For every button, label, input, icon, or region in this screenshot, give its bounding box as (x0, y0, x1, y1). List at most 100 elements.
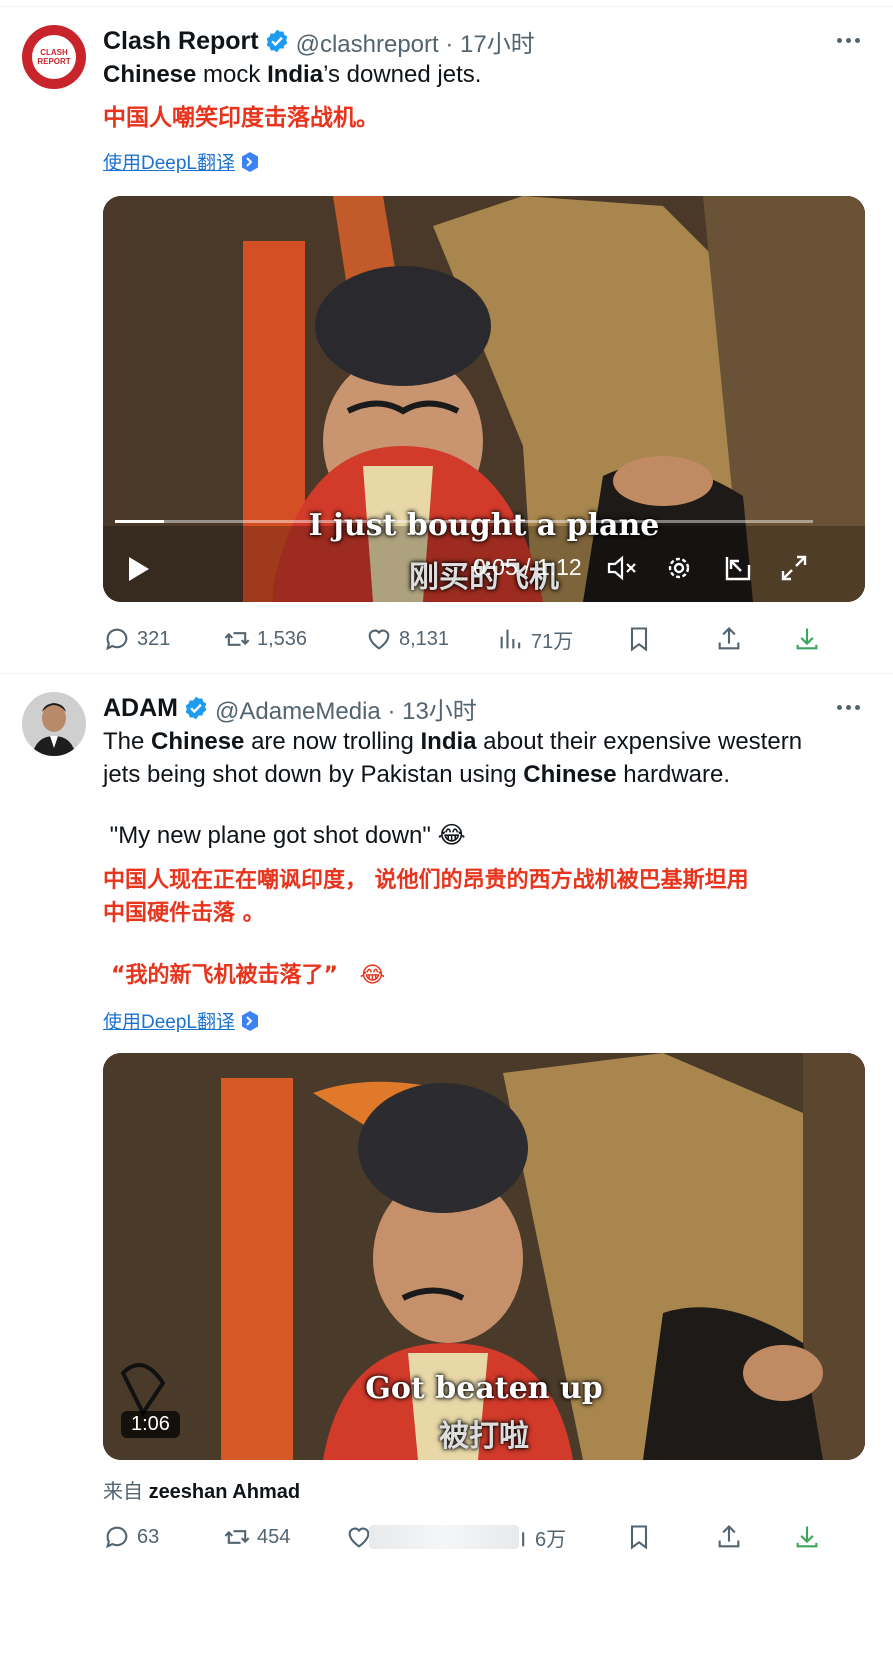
tweet-text-line-2: jets being shot down by Pakistan using C… (103, 758, 873, 791)
text-segment: about their expensive western (476, 728, 803, 755)
translate-link-label: 使用DeepL翻译 (103, 153, 235, 174)
picture-in-picture-icon[interactable] (723, 553, 753, 583)
views-count: 6万 (535, 1528, 567, 1551)
video-subtitle-en: I just bought a plane (308, 508, 660, 543)
text-segment: The (103, 728, 152, 755)
translation-line-1: 中国人现在正在嘲讽印度， 说他们的昂贵的西方战机被巴基斯坦用 (103, 868, 749, 893)
text-bold-india: India (420, 728, 477, 755)
tweet-actions: 63 454 6万 (103, 1519, 873, 1555)
more-options-icon[interactable] (833, 697, 863, 717)
verified-badge-icon (266, 29, 287, 53)
views-button[interactable]: 71万 (497, 621, 573, 657)
translation-line-2: 中国硬件击落 。 (103, 901, 265, 926)
avatar[interactable]: CLASH REPORT (22, 25, 86, 89)
text-bold-chinese: Chinese (103, 61, 197, 88)
translation-text: 中国人现在正在嘲讽印度， 说他们的昂贵的西方战机被巴基斯坦用 中国硬件击落 。 (103, 864, 873, 930)
download-icon (796, 1526, 818, 1548)
avatar[interactable] (22, 692, 86, 756)
more-options-icon[interactable] (833, 30, 863, 50)
video-player[interactable]: I just bought a plane 刚买的飞机 0:05 / 1:12 (103, 196, 865, 602)
download-icon (796, 628, 818, 650)
share-icon (718, 627, 740, 650)
text-segment: ’s downed jets. (323, 61, 482, 88)
views-chart-icon (522, 1532, 525, 1547)
text-bold-india: India (267, 61, 324, 88)
download-button[interactable] (793, 1519, 821, 1555)
reply-button[interactable]: 63 (103, 1519, 159, 1555)
tweet-header: Clash Report @clashreport · 17小时 (103, 24, 535, 59)
quote-text: "My new plane got shot down" (103, 822, 438, 849)
text-segment: are now trolling (244, 728, 421, 755)
text-segment: mock (196, 61, 268, 88)
heart-icon (368, 629, 390, 650)
laughing-emoji-icon: 😂 (359, 963, 386, 988)
like-count: 8,131 (399, 627, 450, 650)
author-name[interactable]: ADAM (103, 694, 178, 723)
translate-link-label: 使用DeepL翻译 (103, 1012, 235, 1033)
share-button[interactable] (715, 621, 743, 657)
video-duration-badge: 1:06 (121, 1411, 180, 1438)
top-divider (0, 6, 893, 7)
video-player[interactable]: Got beaten up 被打啦 1:06 (103, 1053, 865, 1460)
text-segment: hardware. (616, 761, 731, 788)
tweet-quote-line: "My new plane got shot down" 😂 (103, 819, 873, 852)
bookmark-button[interactable] (625, 1519, 653, 1555)
repost-count: 454 (257, 1525, 291, 1548)
video-subtitle-zh: 被打啦 (439, 1419, 529, 1454)
tweet-header: ADAM @AdameMedia · 13小时 (103, 691, 477, 726)
translate-link[interactable]: 使用DeepL翻译 (103, 148, 259, 175)
reply-count: 321 (137, 627, 171, 650)
avatar-logo-text: CLASH REPORT (37, 48, 71, 66)
video-progress-track[interactable] (115, 520, 813, 523)
reply-button[interactable]: 321 (103, 621, 170, 657)
source-attribution: 来自 zeeshan Ahmad (103, 1475, 300, 1504)
bookmark-button[interactable] (625, 621, 653, 657)
reply-count: 63 (137, 1525, 160, 1548)
author-handle-time[interactable]: @clashreport · 17小时 (296, 24, 535, 59)
tweet-actions: 321 1,536 8,131 71万 (103, 621, 873, 657)
translation-quote-text: “我的新飞机被击落了” (111, 963, 338, 988)
deepl-icon (242, 1010, 258, 1031)
bookmark-icon (630, 1525, 648, 1550)
repost-button[interactable]: 1,536 (223, 621, 307, 657)
bookmark-icon (630, 627, 648, 652)
obscured-stats-overlay (369, 1525, 519, 1549)
source-prefix: 来自 (103, 1481, 143, 1503)
tweet-text: Chinese mock India’s downed jets. (103, 58, 873, 91)
laughing-emoji-icon: 😂 (437, 822, 466, 849)
text-bold-chinese: Chinese (151, 728, 245, 755)
reply-icon (106, 628, 128, 651)
repost-button[interactable]: 454 (223, 1519, 290, 1555)
views-button[interactable]: 6万 (501, 1519, 566, 1555)
deepl-icon (242, 151, 258, 172)
repost-icon (224, 1530, 250, 1544)
tweet-text: The Chinese are now trolling India about… (103, 725, 873, 791)
fullscreen-icon[interactable] (779, 553, 809, 583)
video-subtitle-en: Got beaten up (365, 1371, 603, 1406)
author-name[interactable]: Clash Report (103, 27, 259, 56)
avatar-portrait (22, 692, 86, 756)
views-chart-icon (500, 629, 521, 649)
tweet-divider (0, 673, 893, 674)
play-icon[interactable] (125, 554, 153, 584)
video-time: 0:05 / 1:12 (473, 554, 582, 580)
repost-count: 1,536 (257, 627, 308, 650)
share-button[interactable] (715, 1519, 743, 1555)
tweet-text-line-1: The Chinese are now trolling India about… (103, 725, 873, 758)
views-count: 71万 (531, 630, 574, 653)
verified-badge-icon (185, 696, 207, 720)
translation-quote: “我的新飞机被击落了” 😂 (103, 959, 873, 992)
reply-icon (106, 1526, 128, 1549)
repost-icon (224, 632, 250, 646)
share-icon (718, 1525, 740, 1548)
download-button[interactable] (793, 621, 821, 657)
text-segment: jets being shot down by Pakistan using (103, 761, 524, 788)
author-handle-time[interactable]: @AdameMedia · 13小时 (215, 691, 477, 726)
video-progress-fill (115, 520, 164, 523)
settings-gear-icon[interactable] (664, 553, 694, 583)
source-name[interactable]: zeeshan Ahmad (149, 1481, 301, 1503)
translate-link[interactable]: 使用DeepL翻译 (103, 1007, 259, 1034)
translation-text: 中国人嘲笑印度击落战机。 (103, 105, 379, 131)
mute-icon[interactable] (606, 554, 638, 582)
like-button[interactable]: 8,131 (365, 621, 449, 657)
